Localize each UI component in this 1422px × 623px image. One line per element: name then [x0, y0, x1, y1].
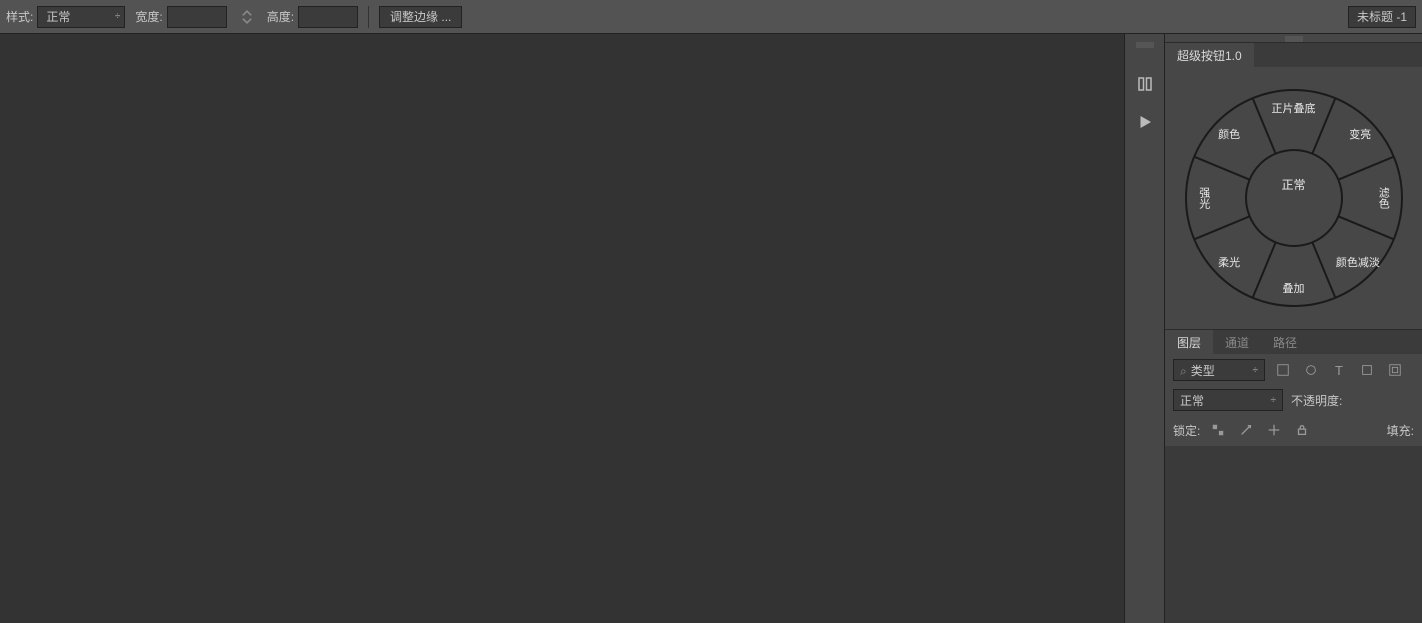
- layers-panel: 图层 通道 路径 ⌕类型 ÷ T 正常: [1165, 329, 1422, 623]
- chevron-down-icon: ÷: [1271, 395, 1277, 406]
- canvas[interactable]: [0, 34, 1124, 623]
- panel-header: 超级按钮1.0: [1165, 43, 1422, 67]
- lock-position-icon[interactable]: [1264, 420, 1284, 440]
- height-input[interactable]: [298, 6, 358, 28]
- filter-pixel-icon[interactable]: [1273, 360, 1293, 380]
- lock-label: 锁定:: [1173, 422, 1200, 439]
- wheel-svg: [1179, 83, 1409, 313]
- blend-mode-select[interactable]: 正常 ÷: [1173, 389, 1283, 411]
- width-label: 宽度:: [135, 8, 162, 25]
- style-label: 样式:: [6, 8, 33, 25]
- layer-filter-select[interactable]: ⌕类型 ÷: [1173, 359, 1265, 381]
- lock-pixels-icon[interactable]: [1236, 420, 1256, 440]
- search-icon: ⌕: [1180, 364, 1187, 378]
- filter-adjustment-icon[interactable]: [1301, 360, 1321, 380]
- layers-controls: ⌕类型 ÷ T 正常 ÷ 不透明度: 锁定: [1165, 354, 1422, 446]
- layers-list[interactable]: [1165, 446, 1422, 623]
- blend-mode-wheel[interactable]: 正常 正片叠底 变亮 滤色 颜色减淡 叠加 柔光 强光 颜色: [1179, 83, 1409, 313]
- super-button-panel: 超级按钮1.0: [1165, 42, 1422, 329]
- history-icon[interactable]: [1133, 72, 1157, 96]
- width-input[interactable]: [167, 6, 227, 28]
- style-value: 正常: [46, 8, 70, 25]
- wheel-body: 正常 正片叠底 变亮 滤色 颜色减淡 叠加 柔光 强光 颜色: [1165, 67, 1422, 329]
- lock-transparent-icon[interactable]: [1208, 420, 1228, 440]
- refine-edge-label: 调整边缘 ...: [390, 8, 451, 25]
- chevron-down-icon: ÷: [115, 11, 121, 22]
- wheel-center-label: 正常: [1281, 176, 1305, 193]
- filter-shape-icon[interactable]: [1357, 360, 1377, 380]
- tab-layers[interactable]: 图层: [1165, 330, 1213, 354]
- swap-dimensions-icon[interactable]: [237, 7, 257, 27]
- document-title: 未标题 -1: [1357, 8, 1407, 25]
- fill-label: 填充:: [1387, 422, 1414, 439]
- height-group: 高度:: [267, 6, 358, 28]
- style-group: 样式: 正常 ÷: [6, 6, 125, 28]
- filter-type-icon[interactable]: T: [1329, 360, 1349, 380]
- tab-channels[interactable]: 通道: [1213, 330, 1261, 354]
- filter-smart-icon[interactable]: [1385, 360, 1405, 380]
- actions-play-icon[interactable]: [1133, 110, 1157, 134]
- panel-header: 图层 通道 路径: [1165, 330, 1422, 354]
- opacity-label: 不透明度:: [1291, 392, 1342, 409]
- collapsed-panel-strip: [1124, 34, 1164, 623]
- options-bar: 样式: 正常 ÷ 宽度: 高度: 调整边缘 ... 未标题 -1: [0, 0, 1422, 34]
- collapse-handle[interactable]: [1136, 42, 1154, 48]
- width-group: 宽度:: [135, 6, 226, 28]
- tab-paths[interactable]: 路径: [1261, 330, 1309, 354]
- tab-label: 超级按钮1.0: [1177, 47, 1242, 64]
- height-label: 高度:: [267, 8, 294, 25]
- document-title-tab[interactable]: 未标题 -1: [1348, 6, 1416, 28]
- chevron-down-icon: ÷: [1253, 365, 1259, 376]
- tab-super-button[interactable]: 超级按钮1.0: [1165, 43, 1254, 67]
- refine-edge-button[interactable]: 调整边缘 ...: [379, 6, 462, 28]
- right-panels: 超级按钮1.0: [1164, 34, 1422, 623]
- style-select[interactable]: 正常 ÷: [37, 6, 125, 28]
- lock-all-icon[interactable]: [1292, 420, 1312, 440]
- main-area: 超级按钮1.0: [0, 34, 1422, 623]
